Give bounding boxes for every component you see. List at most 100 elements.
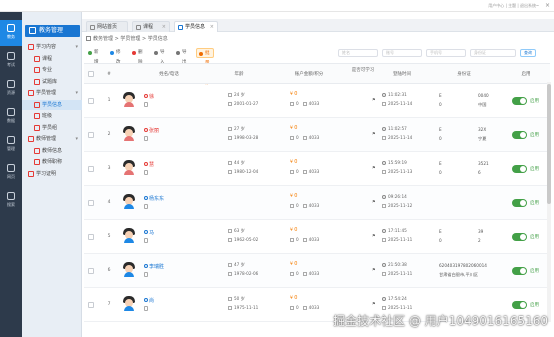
sidebar-item-6[interactable]: 班级 [22,111,82,121]
enabled-toggle[interactable] [512,233,527,241]
points-value: 0 [296,271,299,276]
rail-item-6[interactable]: 搜索 [0,188,22,214]
sidebar-item-9[interactable]: 教师信息 [22,146,82,156]
sidebar-item-label: 学习内容 [36,44,57,50]
vertical-scrollbar[interactable] [547,82,551,322]
sidebar-item-8[interactable]: 教师管理 ▾ [22,134,82,144]
toolbar-button-2[interactable]: 删除 [130,48,143,65]
toolbar-button-0[interactable]: 新增 [86,48,99,65]
sidebar-item-7[interactable]: 学员组 [22,123,82,133]
enabled-toggle[interactable] [512,97,527,105]
student-name[interactable]: 张丽 [144,127,159,134]
close-tab-icon[interactable]: × [210,22,214,33]
rail-item-0[interactable]: 教务 [0,20,22,46]
calendar-icon [382,135,386,140]
table-row[interactable]: 1 徐 24 岁 2001-01-27 ¥ 0 0 4033 ⚑ 11:02:31 2025-11… [84,84,550,118]
student-name[interactable]: 徐 [144,93,154,100]
select-all-checkbox[interactable] [88,71,94,77]
page-icon [34,78,40,85]
col-login-time[interactable]: 登陆时间 [384,64,420,85]
search-account-input[interactable]: 账号 [382,49,422,57]
table-row[interactable]: 6 李瑞胜 47 岁 1978-02-06 ¥ 0 0 4033 ⚑ 21:50:38 2025-… [84,254,550,288]
toolbar-button-4[interactable]: 导出 [174,48,187,65]
row-checkbox[interactable] [88,302,94,308]
enabled-toggle[interactable] [512,301,527,309]
sidebar-item-3[interactable]: 试题库 [22,77,82,87]
enabled-toggle[interactable] [512,267,527,275]
close-tab-icon[interactable]: × [162,22,166,33]
sidebar-item-label: 学员管理 [36,90,57,96]
row-checkbox[interactable] [88,132,94,138]
rail-item-1[interactable]: 考试 [0,48,22,74]
rail-item-2[interactable]: 资源 [0,76,22,102]
rail-label: 教务 [7,34,15,39]
student-name[interactable]: 马 [144,229,154,236]
sidebar-title[interactable]: 教务管理 [25,25,80,37]
sidebar-item-11[interactable]: 学习证明 [22,169,82,179]
points-row: 0 4033 [290,169,319,174]
scrollbar-thumb[interactable] [547,84,551,204]
points-icon [290,237,294,242]
sidebar-item-5[interactable]: 学员信息 [22,99,82,110]
tab-strip: 网站首页 课程 × 学员信息 × [82,19,554,32]
sidebar-item-4[interactable]: 学员管理 ▾ [22,88,82,98]
age: 50 岁 [228,296,245,302]
birth-date: 1978-02-06 [228,271,258,276]
calendar-icon [382,101,386,106]
search-name-input[interactable]: 姓名 [338,49,378,57]
row-checkbox[interactable] [88,268,94,274]
row-checkbox[interactable] [88,234,94,240]
search-phone-input[interactable]: 手机号 [426,49,466,57]
tab-home[interactable]: 网站首页 [86,21,128,32]
sidebar-item-label: 试题库 [42,78,58,85]
points-icon [290,203,294,208]
row-checkbox[interactable] [88,200,94,206]
row-checkbox[interactable] [88,98,94,104]
student-name[interactable]: 尚 [144,297,154,304]
resource-icon [7,80,15,88]
minimize-icon[interactable]: – [534,2,541,9]
table-row[interactable]: 3 慧 44 岁 1980-12-04 ¥ 0 0 4033 ⚑ 15:59:19 2025-11… [84,152,550,186]
table-row[interactable]: 5 马 63 岁 1962-05-02 ¥ 0 0 4033 ⚑ 17:11:45 2025-11… [84,220,550,254]
student-icon [178,25,183,30]
student-name[interactable]: 慧 [144,161,154,168]
row-checkbox[interactable] [88,166,94,172]
student-name[interactable]: 李瑞胜 [144,263,164,270]
enabled-toggle[interactable] [512,199,527,207]
close-window-icon[interactable]: × [544,2,551,9]
can-learn-icon: ⚑ [372,267,376,272]
avatar [122,228,136,243]
search-idcard-input[interactable]: 身份证 [470,49,516,57]
toolbar-button-5[interactable]: 批量操作 [196,48,214,86]
time-text: 11:02:57 [388,126,407,131]
toolbar-icon [88,50,92,55]
tab-student-info[interactable]: 学员信息 × [174,21,218,32]
coupon-icon [302,101,307,106]
sidebar: 教务管理 学习内容 ▾ 课程 专业试题库学员管理 ▾ 学员信息 班级学员组 教师管理 ▾ 教师信息… [22,12,82,337]
student-name[interactable]: 杨东东 [144,195,164,202]
table-row[interactable]: 2 张丽 27 岁 1998-03-28 ¥ 0 0 4033 ⚑ 11:02:57 2025-1… [84,118,550,152]
col-name[interactable]: 姓名/电话 [144,64,194,85]
sidebar-item-2[interactable]: 专业 [22,65,82,75]
toolbar-button-1[interactable]: 修改 [108,48,121,65]
sidebar-item-1[interactable]: 课程 [22,54,82,64]
points-icon [290,271,294,276]
rail-item-5[interactable]: 网页 [0,160,22,186]
col-age[interactable]: 年龄 [224,64,254,85]
top-right-links[interactable]: 用户中心 | 主题 | 退出系统 [488,3,536,9]
search-button[interactable]: 查询 [520,49,536,57]
rail-item-4[interactable]: 管理 [0,132,22,158]
sidebar-item-10[interactable]: 教师职称 [22,157,82,167]
enabled-toggle[interactable] [512,131,527,139]
coupon-value: 4033 [308,135,320,140]
rail-item-3[interactable]: 数据 [0,104,22,130]
table-row[interactable]: 4 杨东东 ¥ 0 0 4033 ⚑ 09:26:14 2025-11-12 启用 [84,186,550,220]
enabled-toggle[interactable] [512,165,527,173]
tab-course[interactable]: 课程 × [132,21,170,32]
login-date: 2025-11-14 [382,135,412,140]
sidebar-item-0[interactable]: 学习内容 ▾ [22,42,82,52]
rail-label: 考试 [7,62,15,67]
can-learn-icon: ⚑ [372,301,376,306]
age-icon [228,160,232,165]
toolbar-button-3[interactable]: 导入 [152,48,165,65]
